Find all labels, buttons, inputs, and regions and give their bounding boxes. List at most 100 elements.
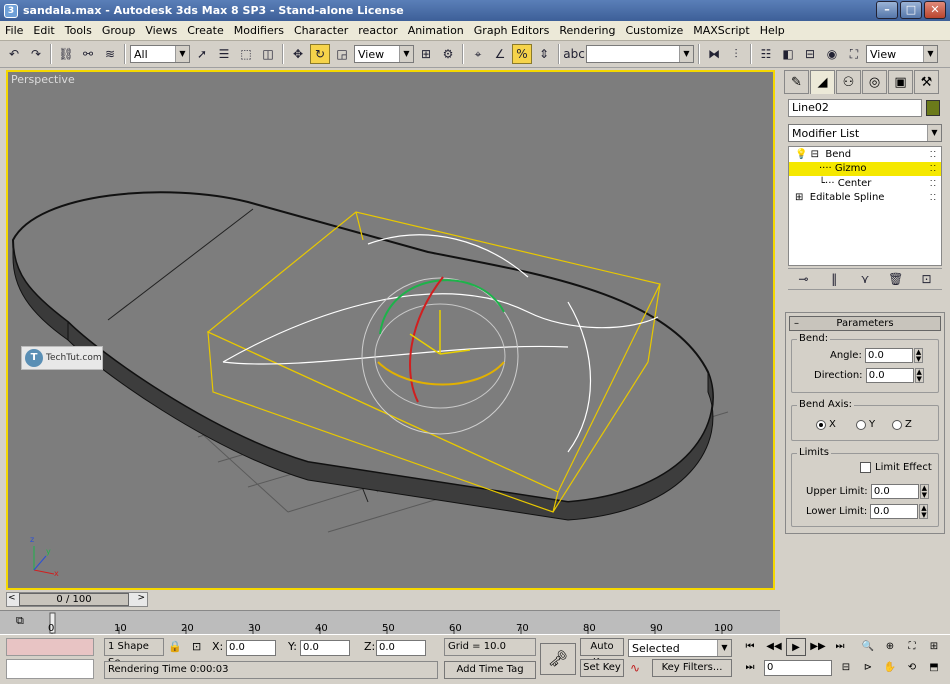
lock-selection-icon[interactable]: 🔒 — [168, 640, 182, 653]
time-slider[interactable]: < 0 / 100 > — [6, 592, 148, 607]
named-selection-dropdown[interactable]: ▼ — [586, 45, 694, 63]
edit-named-selection-icon[interactable]: abc — [563, 44, 585, 64]
menu-views[interactable]: Views — [140, 24, 182, 37]
undo-icon[interactable]: ↶ — [4, 44, 24, 64]
pin-stack-icon[interactable]: ⊸ — [793, 269, 813, 289]
select-object-icon[interactable]: ➚ — [192, 44, 212, 64]
parameters-rollout-header[interactable]: – Parameters — [789, 316, 941, 331]
perspective-viewport[interactable]: Perspective z y x T TechTut.com — [6, 70, 775, 590]
create-tab-icon[interactable]: ✎ — [784, 70, 809, 94]
maxscript-listener-mini[interactable] — [6, 638, 94, 656]
x-coordinate-field[interactable]: 0.0 — [226, 640, 276, 656]
go-to-start-icon[interactable]: ⏮ — [740, 638, 760, 656]
configure-modifier-sets-icon[interactable]: ⊡ — [917, 269, 937, 289]
arc-rotate-icon[interactable]: ⟲ — [902, 659, 922, 677]
time-slider-thumb[interactable]: 0 / 100 — [19, 593, 129, 606]
display-tab-icon[interactable]: ▣ — [888, 70, 913, 94]
angle-snap-icon[interactable]: ∠ — [490, 44, 510, 64]
align-icon[interactable]: ⫶ — [726, 44, 746, 64]
angle-spinner-arrows[interactable]: ▲ ▼ — [914, 348, 924, 363]
selection-filter-dropdown[interactable]: All ▼ — [130, 45, 190, 63]
bind-space-warp-icon[interactable]: ≋ — [100, 44, 120, 64]
manipulate-icon[interactable]: ⚙ — [438, 44, 458, 64]
motion-tab-icon[interactable]: ◎ — [862, 70, 887, 94]
axis-y-radio[interactable] — [856, 419, 866, 430]
axis-z-radio[interactable] — [892, 419, 902, 430]
menu-file[interactable]: File — [0, 24, 28, 37]
z-coordinate-field[interactable]: 0.0 — [376, 640, 426, 656]
utilities-tab-icon[interactable]: ⚒ — [914, 70, 939, 94]
go-to-end-icon[interactable]: ⏭ — [830, 638, 850, 656]
upper-limit-spinner[interactable]: 0.0 — [870, 484, 919, 499]
angle-spinner[interactable]: 0.0 — [865, 348, 914, 363]
direction-spinner-arrows[interactable]: ▲ ▼ — [914, 368, 924, 383]
lower-spinner-arrows[interactable]: ▲ ▼ — [919, 504, 929, 519]
key-filters-button[interactable]: Key Filters... — [652, 659, 732, 677]
redo-icon[interactable]: ↷ — [26, 44, 46, 64]
minimize-button[interactable]: – — [876, 1, 898, 19]
render-scene-icon[interactable]: ⛶ — [844, 44, 864, 64]
upper-spinner-arrows[interactable]: ▲ ▼ — [919, 484, 929, 499]
set-key-icon[interactable]: 🗝 — [540, 643, 576, 675]
menu-graph-editors[interactable]: Graph Editors — [469, 24, 555, 37]
menu-group[interactable]: Group — [97, 24, 141, 37]
rectangular-selection-icon[interactable]: ⬚ — [236, 44, 256, 64]
mirror-icon[interactable]: ⧓ — [704, 44, 724, 64]
make-unique-icon[interactable]: ⋎ — [855, 269, 875, 289]
menu-help[interactable]: Help — [755, 24, 790, 37]
menu-maxscript[interactable]: MAXScript — [688, 24, 754, 37]
select-and-rotate-icon[interactable]: ↻ — [310, 44, 330, 64]
app-icon[interactable]: 3 — [4, 3, 18, 18]
reference-coord-dropdown[interactable]: View ▼ — [354, 45, 414, 63]
y-coordinate-field[interactable]: 0.0 — [300, 640, 350, 656]
menu-modifiers[interactable]: Modifiers — [229, 24, 289, 37]
object-color-swatch[interactable] — [926, 100, 940, 116]
select-by-name-icon[interactable]: ☰ — [214, 44, 234, 64]
modifier-list-dropdown[interactable]: Modifier List ▼ — [788, 124, 942, 142]
current-frame-field[interactable]: 0 — [764, 660, 832, 676]
menu-rendering[interactable]: Rendering — [554, 24, 620, 37]
zoom-extents-icon[interactable]: ⛶ — [902, 638, 922, 656]
mini-curve-editor-icon[interactable]: ⧉ — [16, 614, 24, 628]
menu-edit[interactable]: Edit — [28, 24, 59, 37]
absolute-mode-icon[interactable]: ⊡ — [192, 640, 201, 653]
play-icon[interactable]: ▶ — [786, 638, 806, 656]
track-bar[interactable]: ⧉ 0 10 20 30 40 50 60 70 80 90 100 — [0, 610, 780, 635]
default-tangents-icon[interactable]: ∿ — [630, 661, 640, 675]
auto-key-button[interactable]: Auto Key — [580, 638, 624, 668]
key-mode-toggle-icon[interactable]: ⏭ — [740, 659, 760, 677]
close-button[interactable]: ✕ — [924, 1, 946, 19]
modifier-stack[interactable]: 💡 ⊟ Bend ⁚⁚ ···· Gizmo ⁚⁚ └··· Center ⁚⁚ ⊞ … — [788, 146, 942, 266]
field-of-view-icon[interactable]: ⊳ — [858, 659, 878, 677]
select-and-link-icon[interactable]: ⛓ — [56, 44, 76, 64]
maximize-viewport-icon[interactable]: ⬒ — [924, 659, 944, 677]
menu-tools[interactable]: Tools — [60, 24, 97, 37]
layer-manager-icon[interactable]: ☷ — [756, 44, 776, 64]
hierarchy-tab-icon[interactable]: ⚇ — [836, 70, 861, 94]
remove-modifier-icon[interactable]: 🗑 — [886, 269, 906, 289]
maximize-button[interactable]: □ — [900, 1, 922, 19]
pan-view-icon[interactable]: ✋ — [880, 659, 900, 677]
pivot-center-icon[interactable]: ⊞ — [416, 44, 436, 64]
menu-customize[interactable]: Customize — [620, 24, 688, 37]
percent-snap-icon[interactable]: % — [512, 44, 532, 64]
show-end-result-icon[interactable]: ‖ — [824, 269, 844, 289]
window-crossing-icon[interactable]: ◫ — [258, 44, 278, 64]
schematic-view-icon[interactable]: ⊟ — [800, 44, 820, 64]
maxscript-input[interactable] — [6, 659, 94, 679]
select-and-move-icon[interactable]: ✥ — [288, 44, 308, 64]
stack-item-center[interactable]: └··· Center ⁚⁚ — [789, 176, 941, 191]
stack-item-editable-spline[interactable]: ⊞ Editable Spline ⁚⁚ — [789, 191, 941, 206]
key-mode-dropdown[interactable]: Selected ▼ — [628, 639, 732, 657]
menu-reactor[interactable]: reactor — [353, 24, 402, 37]
add-time-tag-button[interactable]: Add Time Tag — [444, 661, 536, 679]
lightbulb-icon[interactable]: 💡 — [795, 149, 807, 160]
material-editor-icon[interactable]: ◉ — [822, 44, 842, 64]
next-frame-icon[interactable]: ▶▶ — [808, 638, 828, 656]
select-and-scale-icon[interactable]: ◲ — [332, 44, 352, 64]
slider-right-arrow[interactable]: > — [137, 593, 145, 603]
menu-character[interactable]: Character — [289, 24, 353, 37]
time-configuration-icon[interactable]: ⊟ — [836, 659, 856, 677]
set-key-button[interactable]: Set Key — [580, 659, 624, 677]
lower-limit-spinner[interactable]: 0.0 — [870, 504, 919, 519]
